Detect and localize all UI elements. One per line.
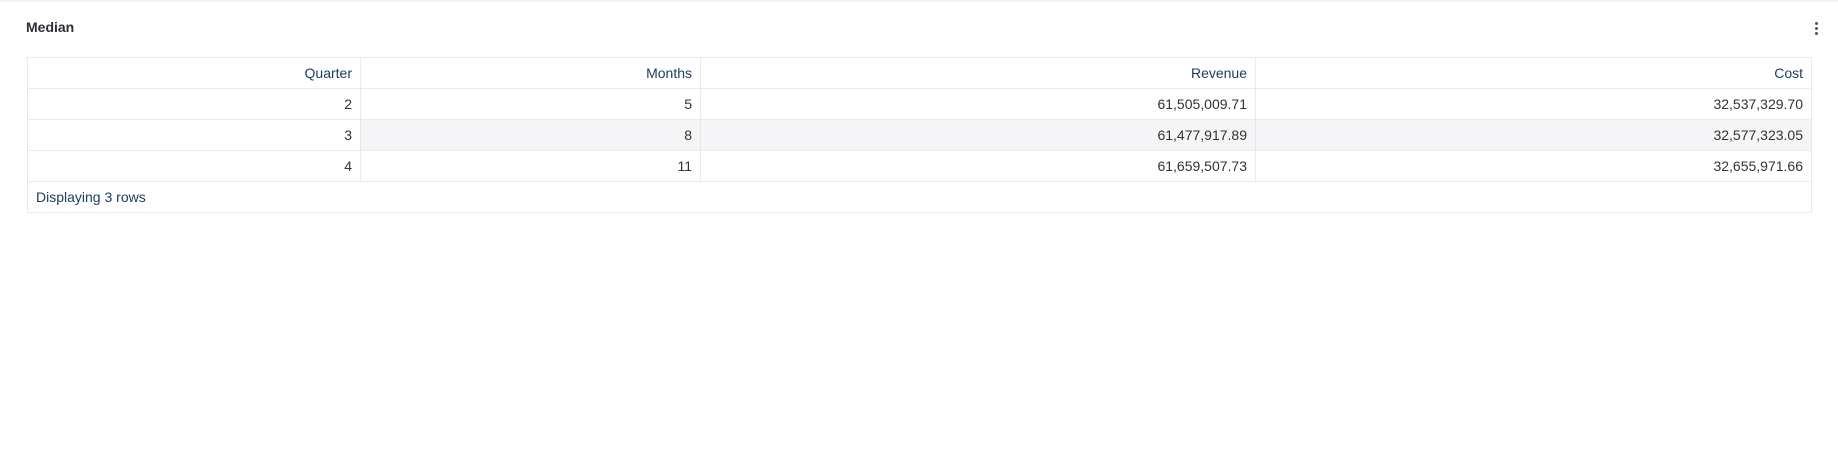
- cell-revenue: 61,477,917.89: [700, 119, 1256, 151]
- table-footer: Displaying 3 rows: [27, 181, 1812, 213]
- table-row: 3 8 61,477,917.89 32,577,323.05: [27, 119, 1812, 151]
- cell-cost: 32,655,971.66: [1255, 150, 1812, 182]
- column-header-revenue[interactable]: Revenue: [700, 57, 1256, 89]
- cell-revenue: 61,505,009.71: [700, 88, 1256, 120]
- cell-quarter: 2: [27, 88, 361, 120]
- column-header-quarter[interactable]: Quarter: [27, 57, 361, 89]
- column-header-months[interactable]: Months: [360, 57, 701, 89]
- cell-cost: 32,577,323.05: [1255, 119, 1812, 151]
- cell-months: 5: [360, 88, 701, 120]
- panel-title: Median: [26, 19, 75, 35]
- data-table: Quarter Months Revenue Cost 2 5 61,505,0…: [27, 57, 1812, 213]
- column-header-cost[interactable]: Cost: [1255, 57, 1812, 89]
- cell-quarter: 4: [27, 150, 361, 182]
- cell-months: 11: [360, 150, 701, 182]
- top-divider: [0, 0, 1838, 2]
- kebab-vertical-icon[interactable]: [1809, 20, 1823, 38]
- row-count-label: Displaying 3 rows: [27, 181, 1812, 213]
- cell-months: 8: [360, 119, 701, 151]
- cell-cost: 32,537,329.70: [1255, 88, 1812, 120]
- header-row: Quarter Months Revenue Cost: [27, 57, 1812, 89]
- cell-quarter: 3: [27, 119, 361, 151]
- table-row: 4 11 61,659,507.73 32,655,971.66: [27, 150, 1812, 182]
- table-row: 2 5 61,505,009.71 32,537,329.70: [27, 88, 1812, 120]
- cell-revenue: 61,659,507.73: [700, 150, 1256, 182]
